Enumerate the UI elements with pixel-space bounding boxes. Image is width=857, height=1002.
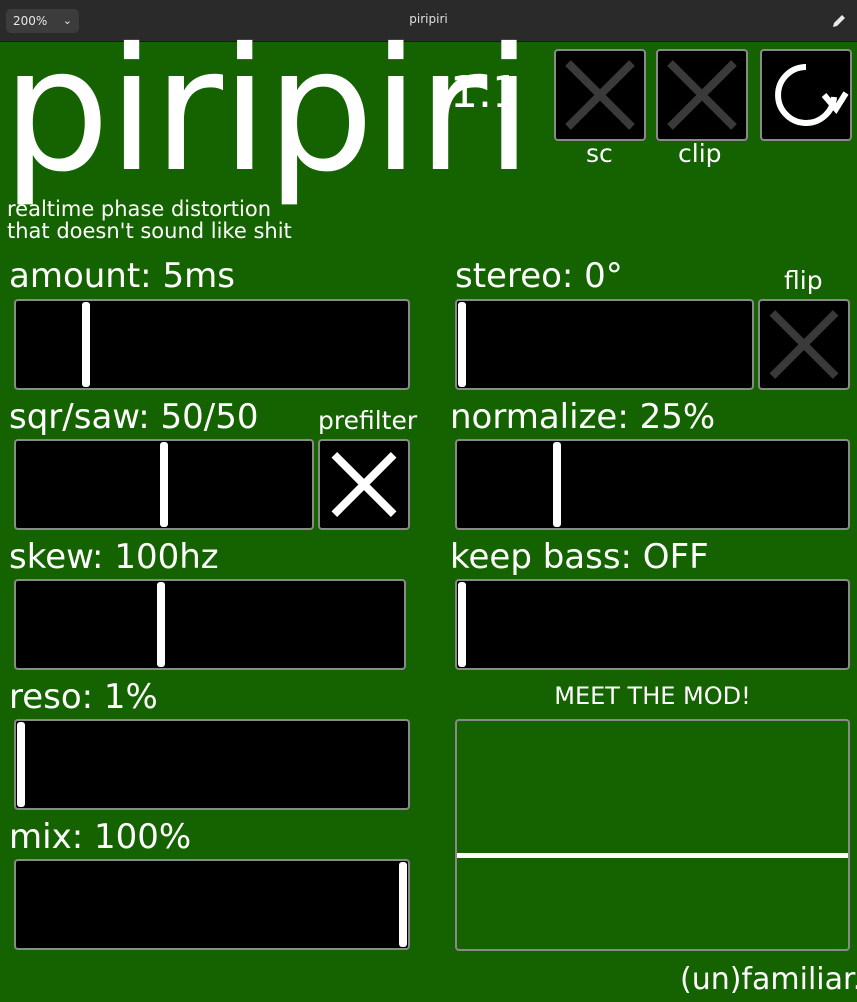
reset-button[interactable]: [760, 49, 852, 141]
refresh-icon: [775, 64, 849, 126]
tagline: realtime phase distortion that doesn't s…: [7, 198, 292, 242]
stereo-label: stereo: 0°: [455, 256, 623, 296]
normalize-label: normalize: 25%: [450, 397, 716, 437]
slider-handle[interactable]: [553, 442, 562, 527]
normalize-slider[interactable]: [455, 439, 850, 530]
prefilter-label: prefilter: [318, 406, 418, 435]
tagline-line-2: that doesn't sound like shit: [7, 219, 292, 243]
pencil-icon[interactable]: [830, 12, 848, 30]
skew-slider[interactable]: [14, 579, 406, 670]
brand-footer: (un)familiar.: [680, 962, 857, 997]
plugin-version: 1.1: [450, 67, 520, 118]
stereo-slider[interactable]: [455, 299, 754, 390]
slider-handle[interactable]: [458, 302, 466, 387]
x-icon: [331, 452, 397, 517]
x-icon: [565, 60, 635, 130]
amount-slider[interactable]: [14, 299, 410, 390]
reso-slider[interactable]: [14, 719, 410, 810]
skew-label: skew: 100hz: [9, 537, 219, 577]
x-icon: [667, 60, 737, 130]
sqr-saw-slider[interactable]: [14, 439, 314, 530]
slider-handle[interactable]: [160, 442, 168, 527]
slider-handle[interactable]: [17, 722, 25, 807]
mix-label: mix: 100%: [9, 817, 192, 857]
clip-label: clip: [678, 139, 722, 168]
amount-label: amount: 5ms: [9, 256, 235, 296]
slider-handle[interactable]: [458, 582, 466, 667]
x-icon: [769, 310, 839, 379]
prefilter-toggle[interactable]: [318, 439, 410, 530]
sc-label: sc: [586, 139, 613, 168]
sc-toggle[interactable]: [554, 49, 646, 141]
mod-level-line[interactable]: [457, 853, 848, 858]
keep-bass-slider[interactable]: [455, 579, 850, 670]
keep-bass-label: keep bass: OFF: [450, 537, 709, 577]
mod-title: MEET THE MOD!: [554, 682, 751, 710]
sqr-saw-label: sqr/saw: 50/50: [9, 397, 259, 437]
flip-label: flip: [784, 266, 823, 295]
mod-panel[interactable]: [455, 719, 850, 951]
clip-toggle[interactable]: [656, 49, 748, 141]
slider-handle[interactable]: [399, 862, 407, 947]
reso-label: reso: 1%: [9, 677, 158, 717]
slider-handle[interactable]: [156, 582, 165, 667]
tagline-line-1: realtime phase distortion: [7, 197, 272, 221]
mix-slider[interactable]: [14, 859, 410, 950]
flip-toggle[interactable]: [758, 299, 850, 390]
slider-handle[interactable]: [81, 302, 90, 387]
